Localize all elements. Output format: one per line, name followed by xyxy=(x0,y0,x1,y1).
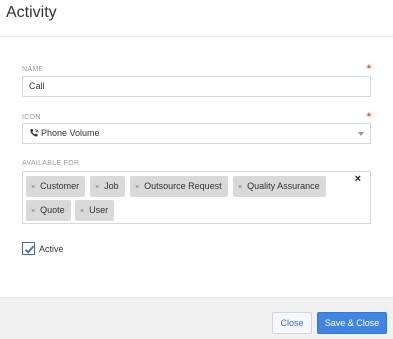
checkmark-icon xyxy=(24,245,35,254)
close-button[interactable]: Close xyxy=(272,312,312,334)
icon-select[interactable]: Phone Volume xyxy=(22,123,371,144)
tag-label: Customer xyxy=(40,181,80,191)
active-label: Active xyxy=(39,244,64,254)
icon-required-indicator: * xyxy=(366,111,371,123)
remove-tag-icon[interactable]: × xyxy=(135,184,139,191)
tag-customer: × Customer xyxy=(26,176,86,197)
remove-tag-icon[interactable]: × xyxy=(31,184,35,191)
dialog-footer: Close Save & Close xyxy=(0,297,393,339)
phone-volume-icon xyxy=(29,128,40,139)
name-input[interactable]: Call xyxy=(22,76,371,97)
remove-tag-icon[interactable]: × xyxy=(31,208,35,215)
remove-tag-icon[interactable]: × xyxy=(238,184,242,191)
tag-label: Outsource Request xyxy=(144,181,222,191)
tag-outsource-request: × Outsource Request xyxy=(130,176,228,197)
name-required-indicator: * xyxy=(366,63,371,75)
available-for-multiselect[interactable]: × Customer × Job × Outsource Request × Quali… xyxy=(22,171,371,224)
remove-tag-icon[interactable]: × xyxy=(80,208,84,215)
tag-user: × User xyxy=(75,200,115,221)
dialog-title: Activity xyxy=(6,4,57,21)
tag-label: Quote xyxy=(40,205,65,215)
tag-quote: × Quote xyxy=(26,200,71,221)
tag-label: User xyxy=(89,205,109,215)
save-and-close-button[interactable]: Save & Close xyxy=(317,312,387,334)
icon-label: ICON xyxy=(22,114,41,121)
remove-tag-icon[interactable]: × xyxy=(95,184,99,191)
tag-quality-assurance: × Quality Assurance xyxy=(233,176,326,197)
tag-job: × Job xyxy=(90,176,125,197)
name-label: NAME xyxy=(22,66,44,73)
tag-label: Quality Assurance xyxy=(247,181,320,191)
chevron-down-icon[interactable] xyxy=(358,132,364,136)
dialog-header: Activity xyxy=(0,0,393,37)
icon-select-value: Phone Volume xyxy=(41,128,100,138)
clear-all-icon[interactable]: × xyxy=(355,173,361,185)
active-checkbox[interactable] xyxy=(22,242,35,255)
available-for-label: AVAILABLE FOR xyxy=(22,160,80,167)
tag-label: Job xyxy=(104,181,119,191)
